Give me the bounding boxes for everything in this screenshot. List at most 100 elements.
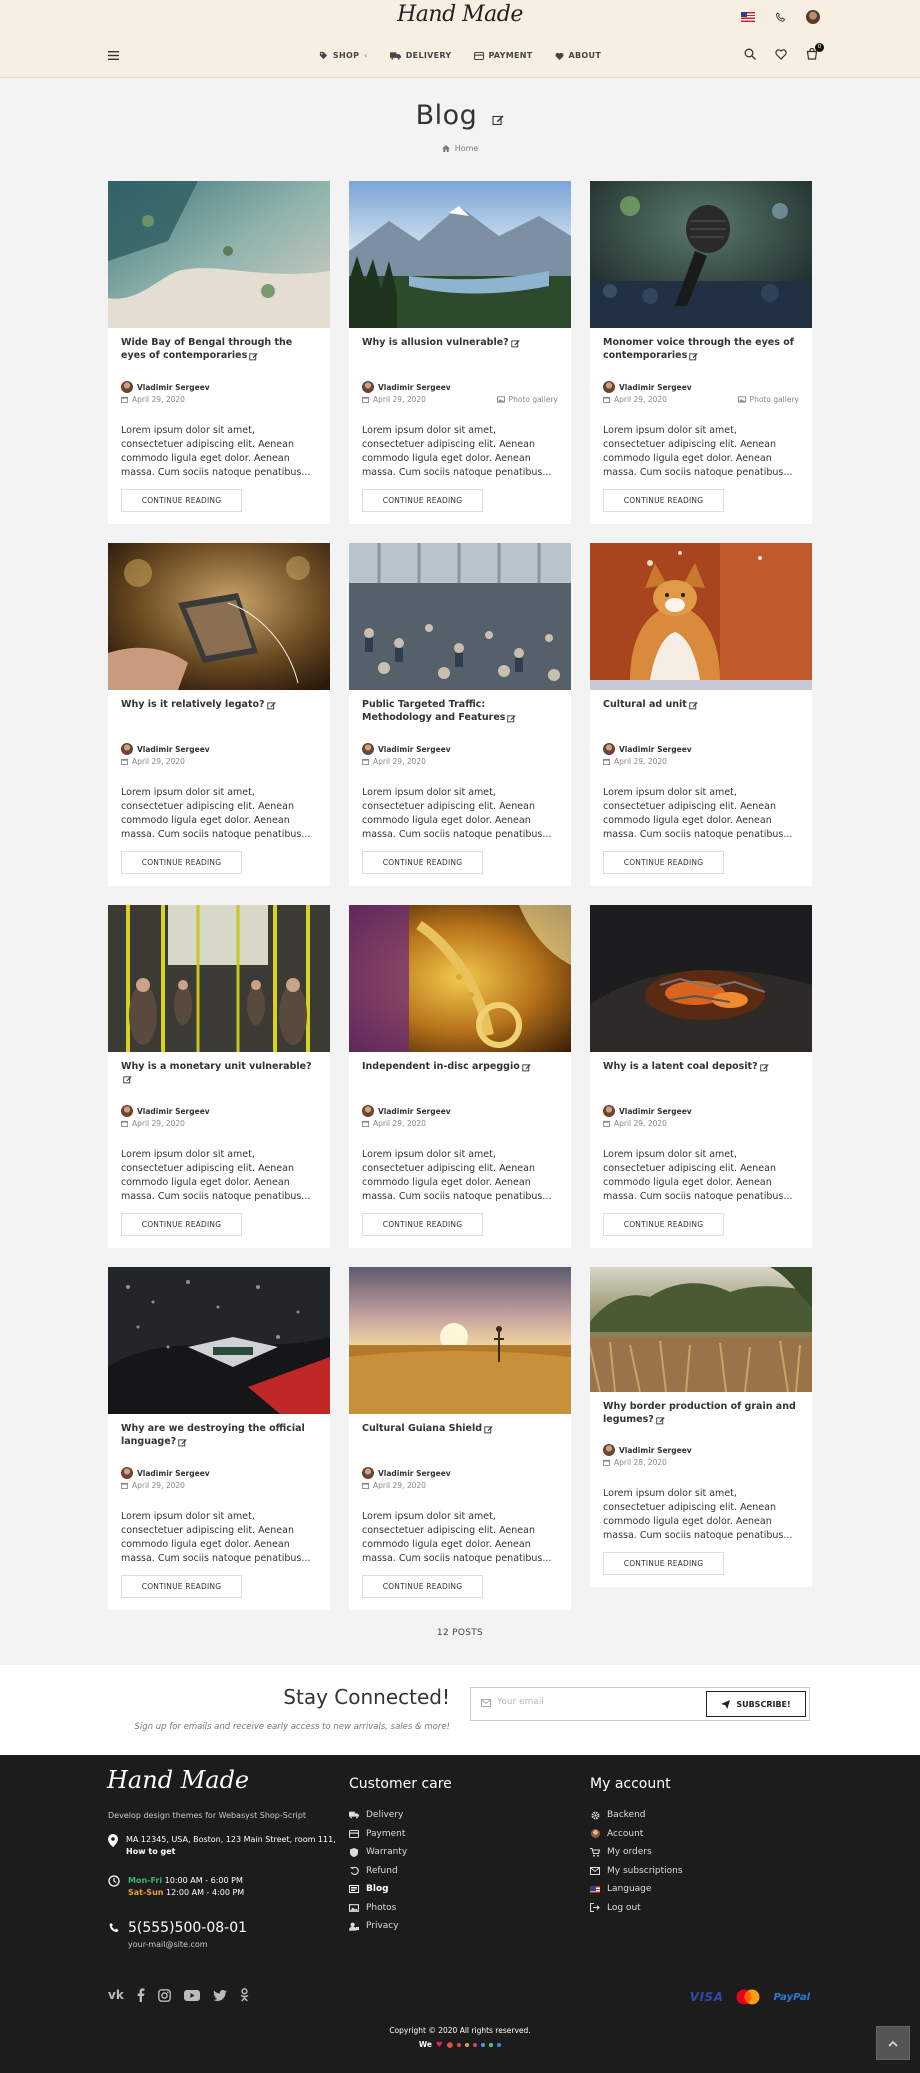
continue-reading-button[interactable]: CONTINUE READING	[121, 489, 242, 512]
post-author[interactable]: Vladimir Sergeev	[362, 743, 451, 755]
edit-icon[interactable]	[249, 352, 258, 361]
post-image[interactable]	[108, 1267, 330, 1414]
edit-icon[interactable]	[492, 114, 504, 126]
post-title[interactable]: Monomer voice through the eyes of contem…	[603, 337, 799, 364]
continue-reading-button[interactable]: CONTINUE READING	[603, 489, 724, 512]
post-author[interactable]: Vladimir Sergeev	[603, 1105, 692, 1117]
language-flag-icon[interactable]	[741, 12, 755, 22]
post-image[interactable]	[108, 181, 330, 328]
post-title[interactable]: Why is a latent coal deposit?	[603, 1061, 799, 1074]
phone-icon[interactable]	[775, 11, 786, 23]
post-title[interactable]: Cultural Guiana Shield	[362, 1423, 558, 1436]
post-image[interactable]	[590, 1267, 812, 1392]
post-title[interactable]: Why is it relatively legato?	[121, 699, 317, 712]
footer-link-backend[interactable]: Backend	[590, 1806, 683, 1825]
post-image[interactable]	[349, 543, 571, 690]
footer-link-my-subscriptions[interactable]: My subscriptions	[590, 1862, 683, 1881]
post-image[interactable]	[590, 181, 812, 328]
odnoklassniki-icon[interactable]	[240, 1988, 249, 2002]
edit-icon[interactable]	[484, 1425, 493, 1434]
continue-reading-button[interactable]: CONTINUE READING	[121, 1213, 242, 1236]
footer-link-my-orders[interactable]: My orders	[590, 1843, 683, 1862]
continue-reading-button[interactable]: CONTINUE READING	[603, 1552, 724, 1575]
nav-item-payment[interactable]: PAYMENT	[473, 51, 533, 60]
post-image[interactable]	[108, 543, 330, 690]
email-input[interactable]	[497, 1697, 697, 1707]
post-author[interactable]: Vladimir Sergeev	[121, 381, 210, 393]
footer-link-language[interactable]: Language	[590, 1880, 683, 1899]
edit-icon[interactable]	[123, 1075, 132, 1084]
post-author[interactable]: Vladimir Sergeev	[362, 1105, 451, 1117]
edit-icon[interactable]	[689, 701, 698, 710]
edit-icon[interactable]	[507, 714, 517, 723]
edit-icon[interactable]	[178, 1438, 187, 1447]
how-to-get-link[interactable]: How to get	[126, 1847, 175, 1856]
post-title[interactable]: Why border production of grain and legum…	[603, 1401, 799, 1428]
footer-logo[interactable]: Hand Made	[107, 1766, 249, 1794]
post-title[interactable]: Why is allusion vulnerable?	[362, 337, 558, 350]
post-title[interactable]: Cultural ad unit	[603, 699, 799, 712]
footer-phone[interactable]: 5(555)500-08-01	[108, 1920, 247, 1936]
cart-button[interactable]: 0	[806, 43, 824, 60]
edit-icon[interactable]	[759, 1063, 769, 1072]
post-title[interactable]: Independent in-disc arpeggio	[362, 1061, 558, 1074]
youtube-icon[interactable]	[183, 1989, 200, 2001]
wishlist-heart-icon[interactable]	[775, 48, 787, 60]
search-icon[interactable]	[744, 48, 756, 60]
post-author[interactable]: Vladimir Sergeev	[603, 381, 692, 393]
twitter-icon[interactable]	[212, 1989, 227, 2001]
post-author[interactable]: Vladimir Sergeev	[362, 381, 451, 393]
footer-link-delivery[interactable]: Delivery	[349, 1806, 452, 1825]
continue-reading-button[interactable]: CONTINUE READING	[603, 851, 724, 874]
edit-icon[interactable]	[266, 701, 276, 710]
post-title[interactable]: Why is a monetary unit vulnerable?	[121, 1061, 317, 1087]
footer-link-refund[interactable]: Refund	[349, 1862, 452, 1881]
user-avatar-icon[interactable]	[806, 10, 820, 24]
continue-reading-button[interactable]: CONTINUE READING	[121, 1575, 242, 1598]
continue-reading-button[interactable]: CONTINUE READING	[603, 1213, 724, 1236]
post-author[interactable]: Vladimir Sergeev	[362, 1467, 451, 1479]
post-image[interactable]	[349, 181, 571, 328]
nav-item-about[interactable]: ABOUT	[555, 51, 602, 60]
facebook-icon[interactable]	[137, 1988, 145, 2002]
post-image[interactable]	[590, 543, 812, 690]
post-image[interactable]	[108, 905, 330, 1052]
continue-reading-button[interactable]: CONTINUE READING	[362, 1575, 483, 1598]
continue-reading-button[interactable]: CONTINUE READING	[362, 1213, 483, 1236]
edit-icon[interactable]	[510, 339, 520, 348]
photo-gallery-link[interactable]: Photo gallery	[496, 395, 558, 404]
footer-link-payment[interactable]: Payment	[349, 1825, 452, 1844]
post-image[interactable]	[349, 905, 571, 1052]
scroll-to-top-button[interactable]	[876, 2026, 910, 2060]
post-author[interactable]: Vladimir Sergeev	[603, 743, 692, 755]
post-title[interactable]: Wide Bay of Bengal through the eyes of c…	[121, 337, 317, 364]
post-author[interactable]: Vladimir Sergeev	[603, 1444, 692, 1456]
edit-icon[interactable]	[689, 352, 698, 361]
continue-reading-button[interactable]: CONTINUE READING	[121, 851, 242, 874]
nav-item-shop[interactable]: SHOP ‹	[319, 51, 368, 60]
continue-reading-button[interactable]: CONTINUE READING	[362, 851, 483, 874]
footer-link-blog[interactable]: Blog	[349, 1880, 452, 1899]
edit-icon[interactable]	[522, 1063, 531, 1072]
continue-reading-button[interactable]: CONTINUE READING	[362, 489, 483, 512]
post-author[interactable]: Vladimir Sergeev	[121, 1467, 210, 1479]
photo-gallery-link[interactable]: Photo gallery	[737, 395, 799, 404]
post-author[interactable]: Vladimir Sergeev	[121, 1105, 210, 1117]
footer-link-account[interactable]: Account	[590, 1825, 683, 1844]
breadcrumb-home-link[interactable]: Home	[455, 144, 479, 153]
nav-item-delivery[interactable]: DELIVERY	[389, 51, 452, 60]
post-title[interactable]: Public Targeted Traffic: Methodology and…	[362, 699, 558, 726]
post-title[interactable]: Why are we destroying the official langu…	[121, 1423, 317, 1450]
subscribe-button[interactable]: SUBSCRIBE!	[706, 1691, 806, 1717]
vk-icon[interactable]: vk	[108, 1988, 124, 2002]
footer-link-warranty[interactable]: Warranty	[349, 1843, 452, 1862]
post-image[interactable]	[349, 1267, 571, 1414]
instagram-icon[interactable]	[157, 1988, 171, 2002]
edit-icon[interactable]	[656, 1416, 665, 1425]
footer-link-photos[interactable]: Photos	[349, 1899, 452, 1918]
footer-email[interactable]: your-mail@site.com	[128, 1940, 208, 1949]
footer-link-privacy[interactable]: Privacy	[349, 1917, 452, 1936]
post-image[interactable]	[590, 905, 812, 1052]
footer-link-log-out[interactable]: Log out	[590, 1899, 683, 1918]
post-author[interactable]: Vladimir Sergeev	[121, 743, 210, 755]
